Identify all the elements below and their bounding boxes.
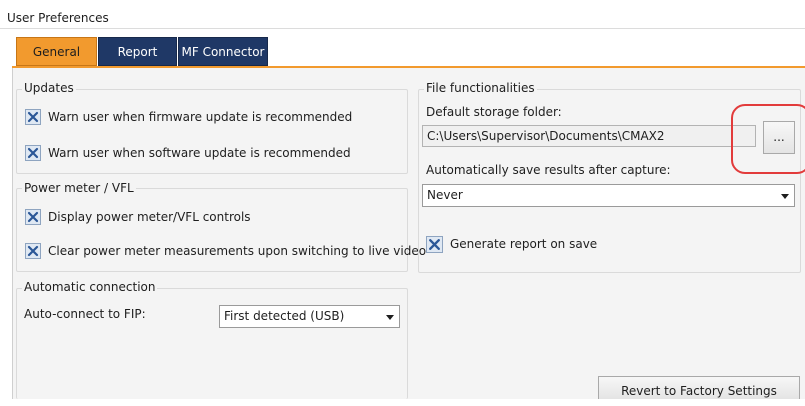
storage-folder-label: Default storage folder: [426,105,562,119]
autosave-label: Automatically save results after capture… [426,163,671,177]
revert-factory-settings-button[interactable]: Revert to Factory Settings [598,376,800,399]
tab-mf-connector[interactable]: MF Connector [178,37,268,66]
tab-general[interactable]: General [16,37,97,66]
checkmark-icon [27,147,39,159]
storage-path-field[interactable]: C:\Users\Supervisor\Documents\CMAX2 [422,125,756,147]
report-on-save-label: Generate report on save [450,237,598,251]
autosave-select[interactable]: Never [422,184,795,207]
clear-measurements-checkbox[interactable] [25,243,41,259]
clear-measurements-label: Clear power meter measurements upon swit… [48,244,427,258]
firmware-label: Warn user when firmware update is recomm… [48,110,353,124]
checkmark-icon [27,245,39,257]
auto-connect-value: First detected (USB) [224,309,345,323]
software-checkbox[interactable] [25,145,41,161]
updates-title: Updates [22,81,76,95]
checkmark-icon [429,239,440,250]
power-meter-title: Power meter / VFL [22,181,136,195]
auto-connect-label: Auto-connect to FIP: [24,307,146,321]
report-on-save-checkbox[interactable] [426,236,443,253]
file-functionalities-title: File functionalities [424,81,537,95]
firmware-checkbox[interactable] [25,109,41,125]
checkmark-icon [27,211,39,223]
display-controls-checkbox[interactable] [25,209,41,225]
auto-connect-select[interactable]: First detected (USB) [219,305,400,328]
title-separator [0,28,805,29]
tab-report[interactable]: Report [98,37,177,66]
software-label: Warn user when software update is recomm… [48,146,351,160]
autosave-value: Never [427,188,463,202]
display-controls-label: Display power meter/VFL controls [48,210,251,224]
auto-connection-title: Automatic connection [22,280,158,294]
window-title: User Preferences [7,11,109,25]
chevron-down-icon[interactable] [779,190,791,202]
power-meter-group [16,188,408,272]
checkmark-icon [27,111,39,123]
highlight-annotation [731,104,805,174]
chevron-down-icon[interactable] [384,311,396,323]
updates-group [16,89,408,174]
